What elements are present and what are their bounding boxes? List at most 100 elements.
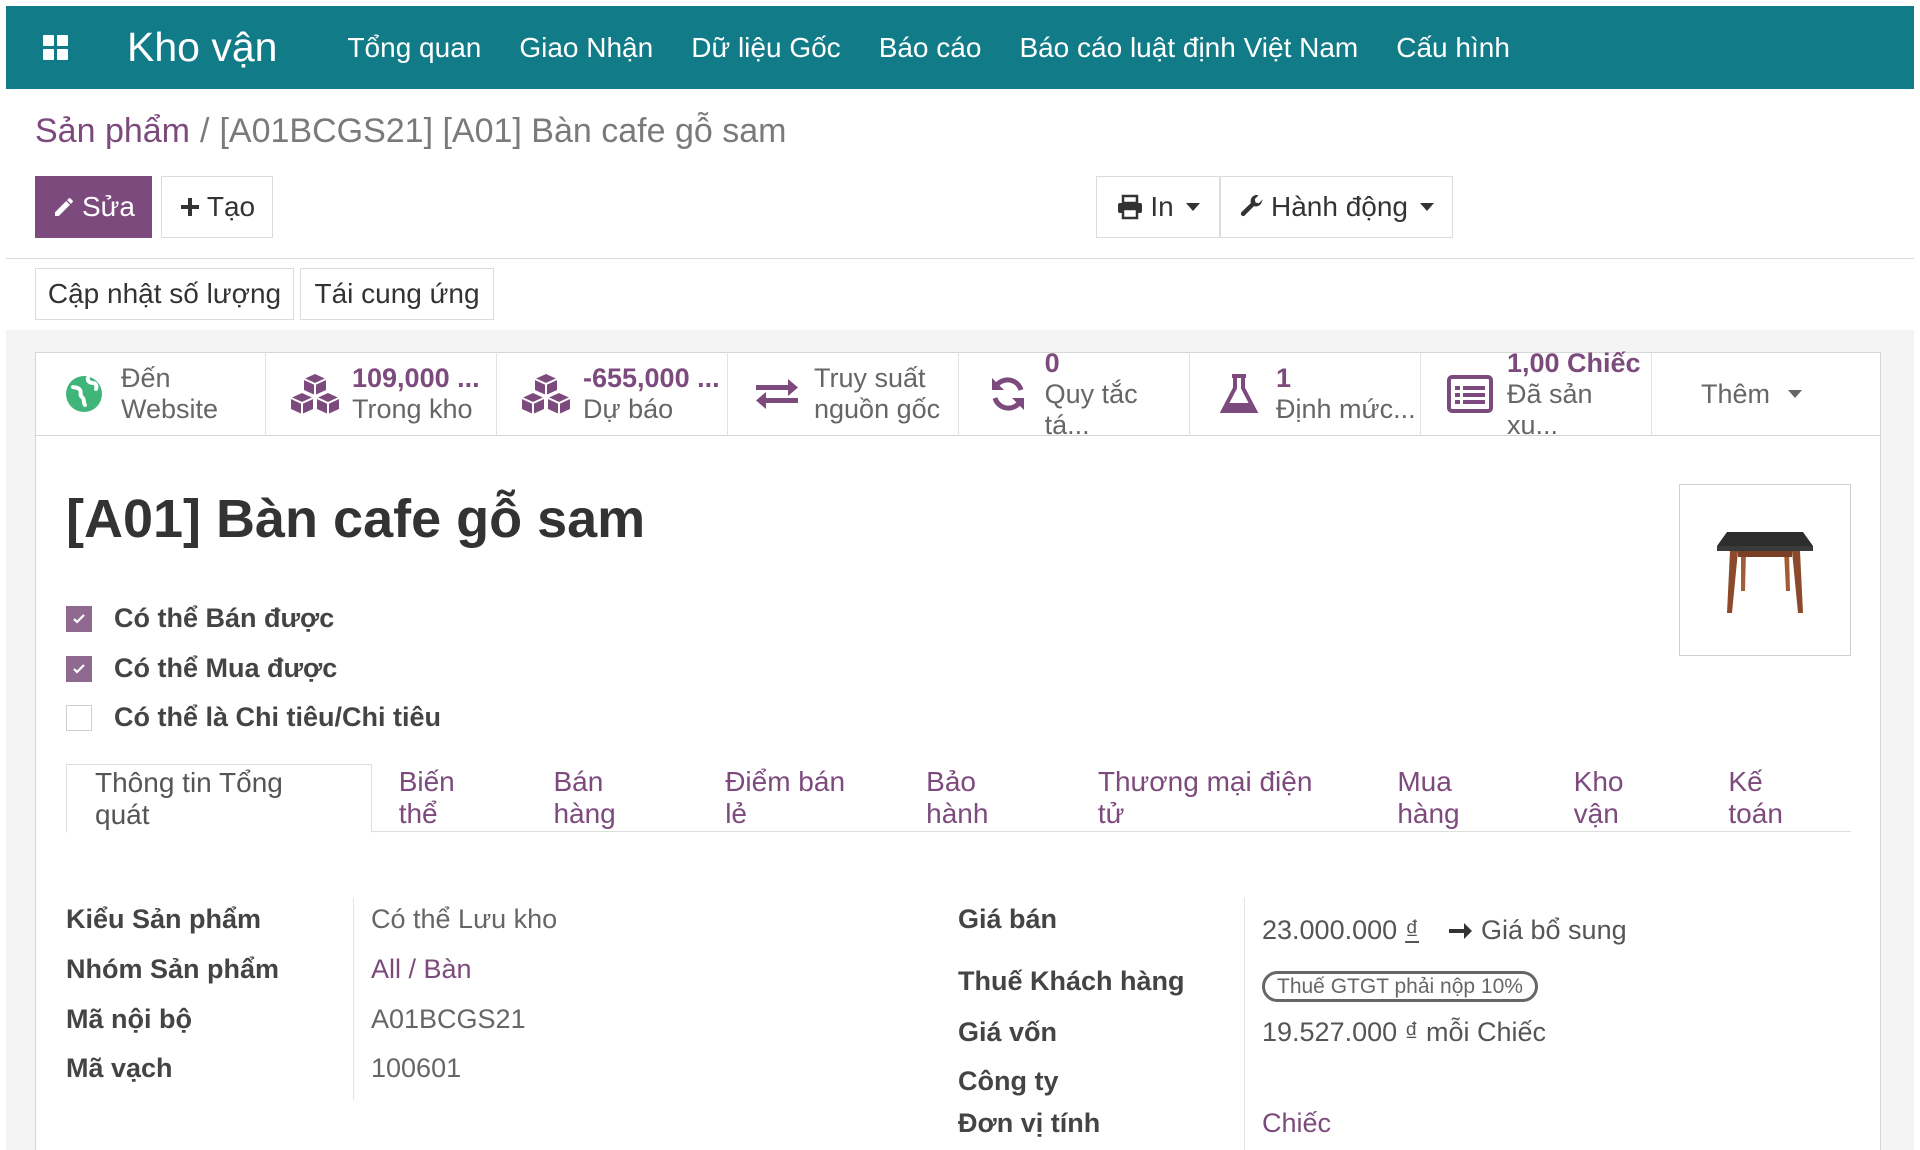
- smart-button-manufactured[interactable]: 1,00 Chiếc Đã sản xu...: [1421, 348, 1652, 440]
- customer-taxes-label: Thuế Khách hàng: [958, 966, 1185, 996]
- smart-value: Truy suất: [814, 363, 926, 393]
- notebook-tabs: Thông tin Tổng quát Biến thể Bán hàng Đi…: [66, 764, 1851, 833]
- internal-reference-label: Mã nội bộ: [66, 1004, 192, 1034]
- menu-bao-cao[interactable]: Báo cáo: [879, 32, 982, 64]
- create-button-label: Tạo: [206, 191, 256, 222]
- smart-value: 1,00 Chiếc: [1506, 347, 1641, 378]
- smart-value: 0: [1044, 347, 1060, 378]
- breadcrumb-current: [A01BCGS21] [A01] Bàn cafe gỗ sam: [219, 112, 787, 150]
- pencil-icon: [52, 195, 76, 219]
- smart-label: Website: [121, 394, 219, 424]
- product-type-label: Kiểu Sản phẩm: [66, 904, 262, 934]
- can-be-sold-row: Có thể Bán được: [66, 603, 334, 634]
- smart-label: Đã sản xu...: [1506, 378, 1593, 440]
- barcode-label: Mã vạch: [66, 1053, 173, 1083]
- replenish-button[interactable]: Tái cung ứng: [300, 268, 494, 320]
- flask-icon: [1212, 369, 1266, 419]
- tab-purchase[interactable]: Mua hàng: [1371, 764, 1546, 832]
- tab-general-info[interactable]: Thông tin Tổng quát: [66, 764, 372, 833]
- tab-accounting[interactable]: Kế toán: [1702, 764, 1850, 832]
- refresh-icon: [981, 369, 1035, 419]
- smart-button-on-hand[interactable]: 109,000 ... Trong kho: [266, 352, 497, 436]
- can-be-expensed-row: Có thể là Chi tiêu/Chi tiêu: [66, 702, 441, 733]
- breadcrumb: Sản phẩm / [A01BCGS21] [A01] Bàn cafe gỗ s…: [35, 112, 786, 151]
- sales-price-row: 23.000.000 ₫ Giá bổ sung: [1262, 915, 1627, 946]
- apps-menu-icon[interactable]: [30, 23, 80, 73]
- control-panel-divider: [6, 258, 1914, 259]
- smart-label: nguồn gốc: [814, 394, 941, 424]
- smart-value: 109,000 ...: [352, 363, 480, 393]
- can-be-purchased-label: Có thể Mua được: [114, 653, 338, 683]
- product-image[interactable]: [1679, 484, 1851, 656]
- edit-button[interactable]: Sửa: [35, 176, 152, 238]
- menu-tong-quan[interactable]: Tổng quan: [347, 32, 481, 64]
- menu-du-lieu-goc[interactable]: Dữ liệu Gốc: [691, 32, 840, 64]
- globe-icon: [57, 369, 111, 419]
- smart-value: -655,000 ...: [583, 363, 720, 393]
- product-category-link[interactable]: All / Bàn: [371, 954, 472, 985]
- can-be-sold-label: Có thể Bán được: [114, 603, 335, 633]
- customer-tax-tag[interactable]: Thuế GTGT phải nộp 10%: [1262, 971, 1538, 1002]
- extra-price-button[interactable]: Giá bổ sung: [1481, 915, 1627, 946]
- cost-value[interactable]: 19.527.000 ₫ mỗi Chiếc: [1262, 1017, 1546, 1048]
- check-icon: [73, 613, 85, 624]
- tab-variants[interactable]: Biến thể: [373, 764, 527, 832]
- tab-point-of-sale[interactable]: Điểm bán lẻ: [699, 764, 899, 832]
- smart-label: Định mức...: [1276, 394, 1416, 424]
- action-dropdown-button[interactable]: Hành động: [1220, 176, 1453, 238]
- breadcrumb-separator: /: [200, 112, 210, 150]
- menu-cau-hinh[interactable]: Cấu hình: [1396, 32, 1510, 64]
- smart-label: Trong kho: [352, 394, 473, 424]
- menu-giao-nhan[interactable]: Giao Nhận: [519, 32, 653, 64]
- product-type-value[interactable]: Có thể Lưu kho: [371, 904, 557, 935]
- smart-button-reordering-rules[interactable]: 0 Quy tắc tá...: [959, 348, 1190, 440]
- internal-reference-value[interactable]: A01BCGS21: [371, 1004, 526, 1035]
- print-dropdown-button[interactable]: In: [1096, 176, 1220, 238]
- can-be-expensed-checkbox[interactable]: [66, 704, 92, 731]
- more-label: Thêm: [1700, 378, 1771, 409]
- caret-down-icon: [1185, 203, 1200, 211]
- product-category-label: Nhóm Sản phẩm: [66, 954, 280, 984]
- smart-button-website[interactable]: Đến Website: [35, 352, 266, 436]
- company-label: Công ty: [958, 1066, 1059, 1096]
- wrench-icon: [1239, 194, 1265, 220]
- cubes-icon: [288, 369, 342, 419]
- breadcrumb-parent-link[interactable]: Sản phẩm: [35, 112, 190, 150]
- tab-inventory[interactable]: Kho vận: [1548, 764, 1702, 832]
- smart-label: Dự báo: [583, 394, 674, 424]
- can-be-sold-checkbox[interactable]: [66, 605, 92, 632]
- can-be-purchased-checkbox[interactable]: [66, 655, 92, 682]
- sales-price-label: Giá bán: [958, 904, 1058, 934]
- caret-down-icon: [1420, 203, 1434, 211]
- table-image: [1717, 532, 1813, 613]
- edit-button-label: Sửa: [82, 191, 135, 222]
- product-name[interactable]: [A01] Bàn cafe gỗ sam: [66, 488, 645, 550]
- cubes-icon: [519, 369, 573, 419]
- app-title[interactable]: Kho vận: [127, 24, 277, 71]
- print-icon: [1116, 194, 1144, 220]
- print-button-label: In: [1150, 191, 1174, 222]
- action-button-label: Hành động: [1270, 191, 1408, 222]
- tab-sales[interactable]: Bán hàng: [527, 764, 698, 832]
- more-smart-buttons-dropdown[interactable]: Thêm: [1652, 352, 1851, 436]
- field-separator: [1244, 898, 1245, 1150]
- sales-price-value[interactable]: 23.000.000: [1262, 915, 1397, 946]
- tab-ecommerce[interactable]: Thương mại điện tử: [1072, 764, 1370, 832]
- tab-warranty[interactable]: Bảo hành: [900, 764, 1071, 832]
- top-navbar: Kho vận Tổng quan Giao Nhận Dữ liệu Gốc …: [6, 6, 1914, 89]
- barcode-value[interactable]: 100601: [371, 1053, 461, 1084]
- smart-button-forecast[interactable]: -655,000 ... Dự báo: [497, 352, 728, 436]
- smart-label: Quy tắc tá...: [1044, 378, 1138, 440]
- field-separator: [353, 898, 354, 1100]
- update-quantity-button[interactable]: Cập nhật số lượng: [35, 268, 294, 320]
- create-button[interactable]: Tạo: [161, 176, 273, 238]
- caret-down-icon: [1788, 390, 1803, 398]
- menu-bao-cao-luat-dinh[interactable]: Báo cáo luật định Việt Nam: [1019, 32, 1358, 64]
- smart-button-bom[interactable]: 1 Định mức...: [1190, 352, 1421, 436]
- unit-of-measure-link[interactable]: Chiếc: [1262, 1108, 1331, 1139]
- currency-symbol: ₫: [1405, 915, 1419, 945]
- smart-button-traceability[interactable]: Truy suất nguồn gốc: [728, 352, 959, 436]
- check-icon: [73, 663, 85, 674]
- list-alt-icon: [1443, 369, 1497, 419]
- exchange-icon: [750, 369, 804, 419]
